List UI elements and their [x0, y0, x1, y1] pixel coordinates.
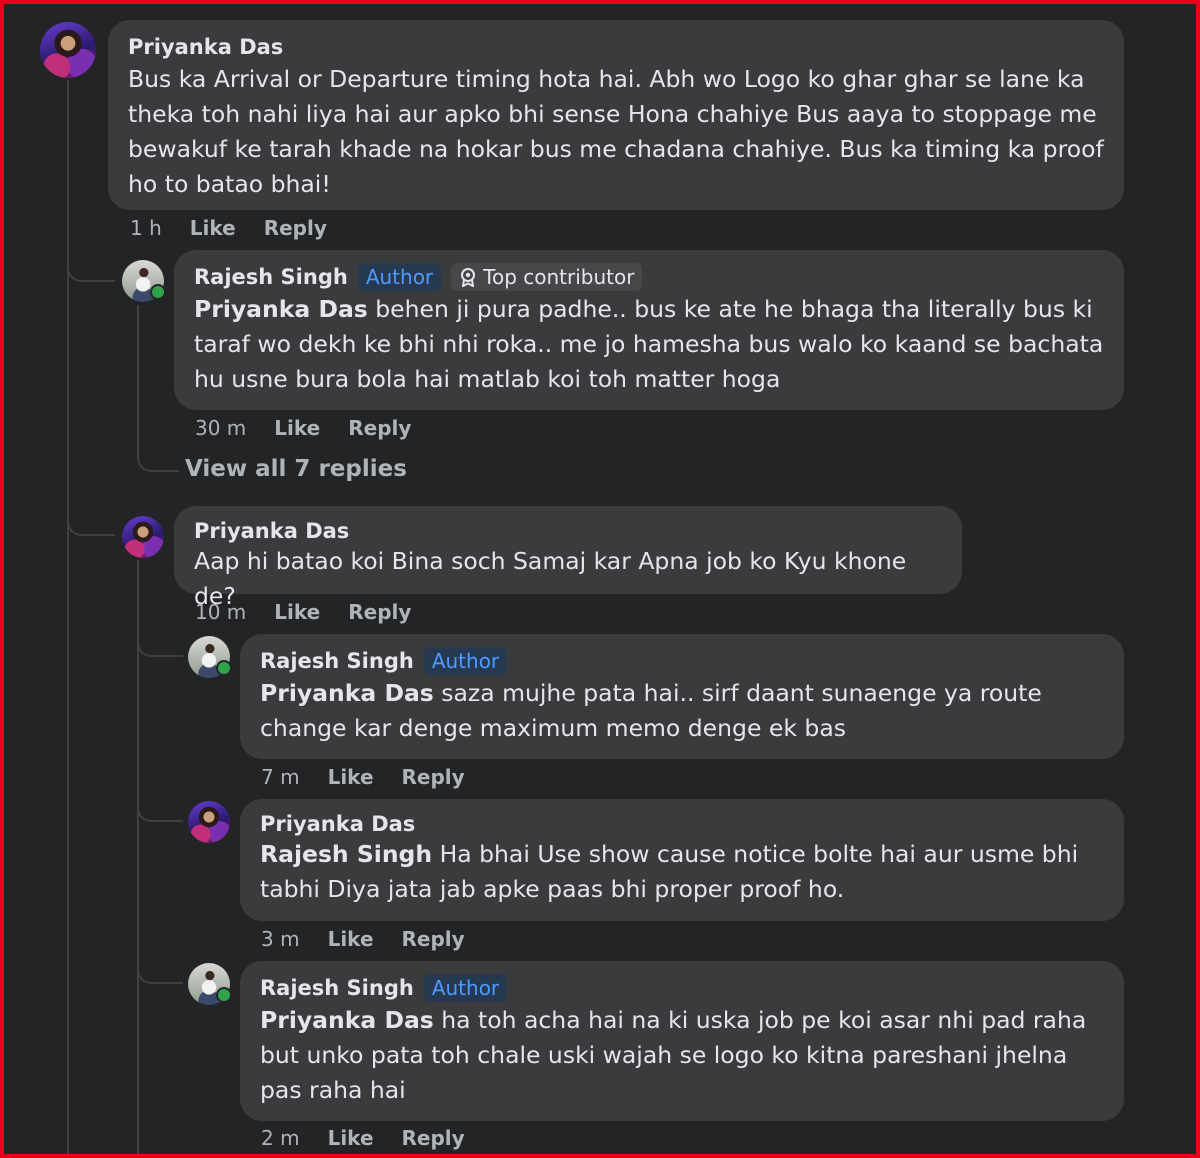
comment-text: Priyanka Das behen ji pura padhe.. bus k…: [194, 292, 1104, 397]
comment-bubble: Rajesh Singh Author Priyanka Das saza muj…: [240, 634, 1124, 759]
like-button[interactable]: Like: [190, 216, 236, 240]
comment-time[interactable]: 2 m: [261, 1126, 300, 1150]
comment-time[interactable]: 3 m: [261, 927, 300, 951]
thread-line-root: [67, 80, 69, 1158]
comment-bubble: Rajesh Singh Author Top contributor Priy…: [174, 250, 1124, 410]
comment-actions: 30 m Like Reply: [195, 416, 411, 440]
comment-actions: 1 h Like Reply: [130, 216, 327, 240]
author-badge: Author: [423, 974, 508, 1002]
comment-actions: 2 m Like Reply: [261, 1126, 465, 1150]
reply-button[interactable]: Reply: [348, 416, 411, 440]
reply-button[interactable]: Reply: [402, 765, 465, 789]
thread-connector: [67, 504, 115, 536]
avatar[interactable]: [188, 636, 232, 678]
top-contributor-badge: Top contributor: [451, 263, 643, 291]
comment-time[interactable]: 7 m: [261, 765, 300, 789]
thread-connector: [67, 250, 115, 282]
comment-bubble: Priyanka Das Bus ka Arrival or Departure…: [108, 20, 1124, 210]
mention-link[interactable]: Priyanka Das: [260, 1006, 434, 1034]
comment-text: Bus ka Arrival or Departure timing hota …: [128, 65, 1104, 198]
thread-connector: [137, 952, 183, 984]
comment-author[interactable]: Rajesh Singh: [260, 649, 414, 673]
avatar[interactable]: [122, 260, 166, 302]
reply-button[interactable]: Reply: [402, 1126, 465, 1150]
like-button[interactable]: Like: [328, 1126, 374, 1150]
like-button[interactable]: Like: [274, 416, 320, 440]
thread-connector: [137, 440, 179, 472]
view-all-replies-link[interactable]: View all 7 replies: [185, 456, 407, 482]
like-button[interactable]: Like: [274, 600, 320, 624]
comment-time[interactable]: 30 m: [195, 416, 246, 440]
comment-bubble: Priyanka Das Rajesh Singh Ha bhai Use sh…: [240, 799, 1124, 921]
like-button[interactable]: Like: [328, 765, 374, 789]
comment-text: Rajesh Singh Ha bhai Use show cause noti…: [260, 837, 1104, 907]
author-badge: Author: [423, 647, 508, 675]
reply-button[interactable]: Reply: [348, 600, 411, 624]
online-status-icon: [216, 987, 232, 1003]
comment-time[interactable]: 1 h: [130, 216, 162, 240]
avatar[interactable]: [40, 22, 96, 78]
avatar[interactable]: [188, 801, 230, 843]
comment-author[interactable]: Priyanka Das: [128, 35, 283, 59]
avatar[interactable]: [188, 963, 232, 1005]
reply-button[interactable]: Reply: [402, 927, 465, 951]
thread-line-reply: [137, 305, 139, 455]
reply-button[interactable]: Reply: [264, 216, 327, 240]
mention-link[interactable]: Priyanka Das: [260, 679, 434, 707]
comment-text: Priyanka Das saza mujhe pata hai.. sirf …: [260, 676, 1104, 746]
online-status-icon: [150, 284, 166, 300]
comment-actions: 3 m Like Reply: [261, 927, 465, 951]
like-button[interactable]: Like: [328, 927, 374, 951]
comment-author[interactable]: Rajesh Singh: [194, 265, 348, 289]
avatar[interactable]: [122, 516, 164, 558]
online-status-icon: [216, 660, 232, 676]
comment-actions: 7 m Like Reply: [261, 765, 465, 789]
mention-link[interactable]: Rajesh Singh: [260, 840, 432, 868]
comment-bubble: Rajesh Singh Author Priyanka Das ha toh a…: [240, 961, 1124, 1121]
comment-text: Priyanka Das ha toh acha hai na ki uska …: [260, 1003, 1104, 1108]
comment-time[interactable]: 10 m: [195, 600, 246, 624]
mention-link[interactable]: Priyanka Das: [194, 295, 368, 323]
top-contributor-label: Top contributor: [483, 265, 635, 289]
top-contributor-icon: [461, 268, 476, 287]
thread-connector: [137, 625, 183, 657]
comment-author[interactable]: Priyanka Das: [194, 519, 349, 543]
comment-actions: 10 m Like Reply: [195, 600, 411, 624]
comment-author[interactable]: Priyanka Das: [260, 812, 415, 836]
author-badge: Author: [357, 263, 442, 291]
thread-connector: [137, 790, 183, 822]
comment-bubble: Priyanka Das Aap hi batao koi Bina soch …: [174, 506, 962, 610]
comment-author[interactable]: Rajesh Singh: [260, 976, 414, 1000]
